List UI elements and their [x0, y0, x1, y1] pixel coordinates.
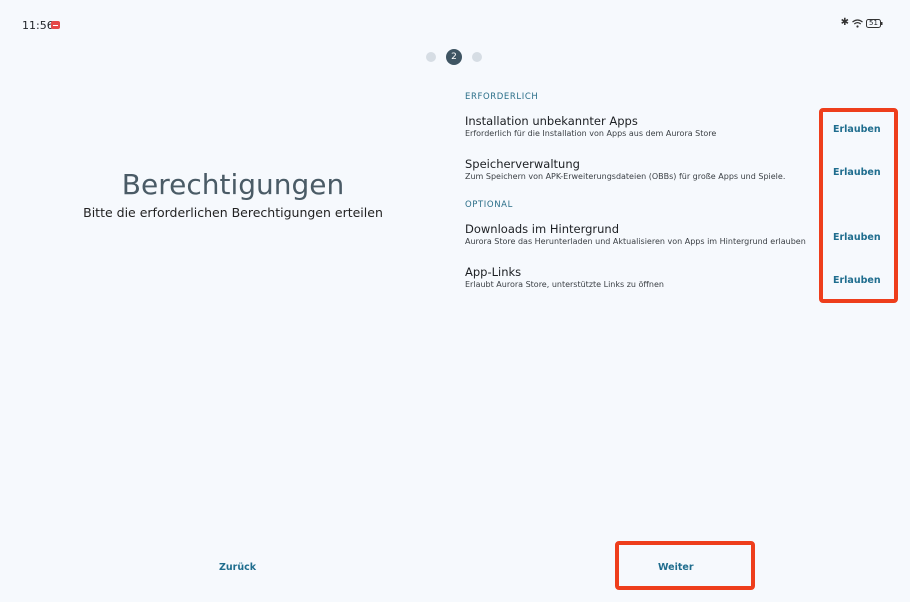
battery-level: 51	[869, 18, 878, 27]
permission-title: Speicherverwaltung	[465, 157, 580, 171]
setup-screen: 11:56 ✱ 51 2 Berechtigungen Bitte die er…	[0, 0, 910, 602]
page-title: Berechtigungen	[121, 168, 345, 201]
notification-icon	[51, 21, 60, 29]
battery-icon: 51	[866, 18, 883, 28]
wifi-icon	[852, 18, 863, 28]
permission-description: Erforderlich für die Installation von Ap…	[465, 129, 717, 138]
next-button[interactable]: Weiter	[658, 562, 694, 573]
step-dot	[472, 52, 482, 62]
bluetooth-icon: ✱	[840, 17, 849, 28]
highlight-box-allow-buttons	[819, 108, 898, 303]
status-icons: ✱ 51	[841, 18, 883, 28]
step-indicator: 2	[426, 49, 482, 65]
step-dot	[426, 52, 436, 62]
permission-title: Downloads im Hintergrund	[465, 222, 620, 236]
step-dot-current: 2	[446, 49, 462, 65]
permission-description: Aurora Store das Herunterladen und Aktua…	[465, 237, 806, 246]
section-label-required: ERFORDERLICH	[465, 92, 539, 102]
status-time: 11:56	[22, 19, 54, 32]
permission-description: Erlaubt Aurora Store, unterstützte Links…	[465, 280, 664, 289]
permission-description: Zum Speichern von APK-Erweiterungsdateie…	[465, 172, 786, 181]
back-button[interactable]: Zurück	[219, 562, 256, 573]
page-subtitle: Bitte die erforderlichen Berechtigungen …	[83, 205, 383, 220]
permission-title: App-Links	[465, 265, 522, 279]
section-label-optional: OPTIONAL	[465, 200, 513, 210]
permission-title: Installation unbekannter Apps	[465, 114, 638, 128]
